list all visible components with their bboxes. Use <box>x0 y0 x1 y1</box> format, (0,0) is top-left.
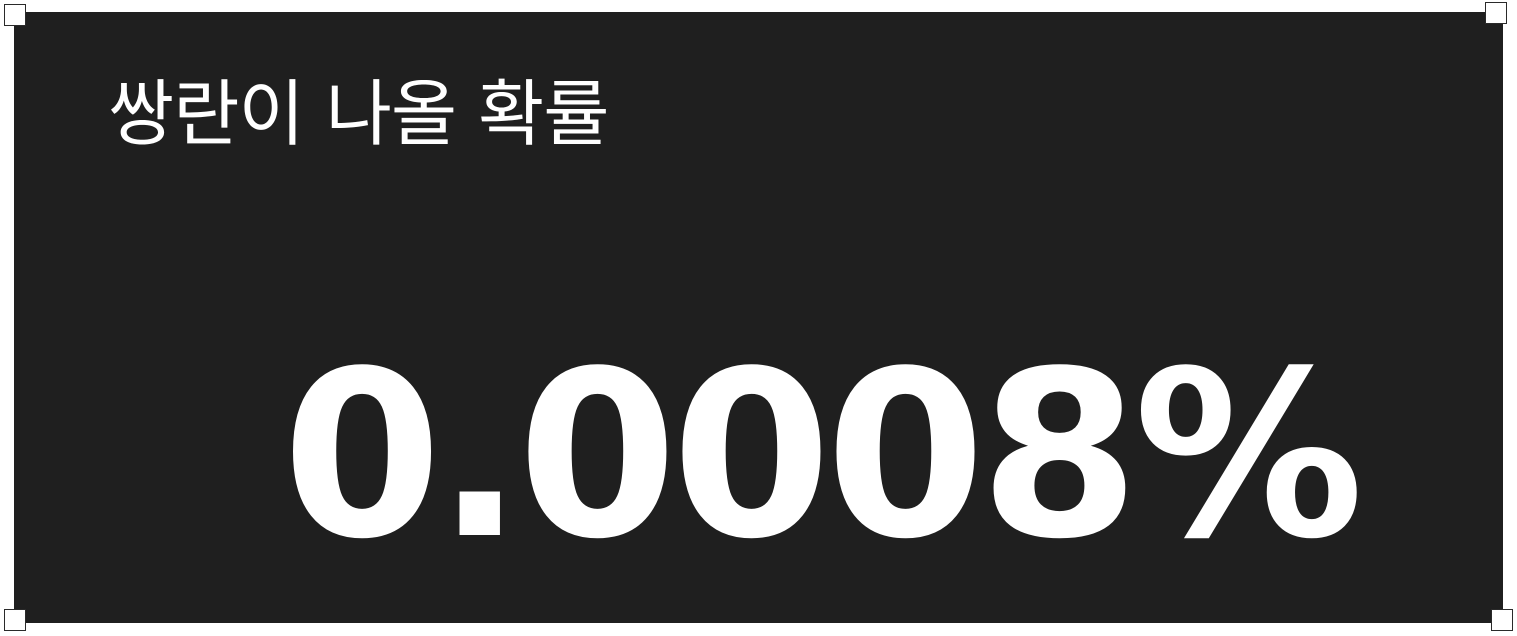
resize-handle-top-left[interactable] <box>4 4 26 26</box>
probability-card[interactable]: 쌍란이 나올 확률 0.0008% <box>14 12 1503 623</box>
resize-handle-bottom-left[interactable] <box>4 609 26 631</box>
resize-handle-bottom-right[interactable] <box>1491 609 1513 631</box>
resize-handle-top-right[interactable] <box>1485 2 1507 24</box>
card-label: 쌍란이 나올 확률 <box>108 72 609 156</box>
probability-value: 0.0008% <box>282 323 1364 590</box>
